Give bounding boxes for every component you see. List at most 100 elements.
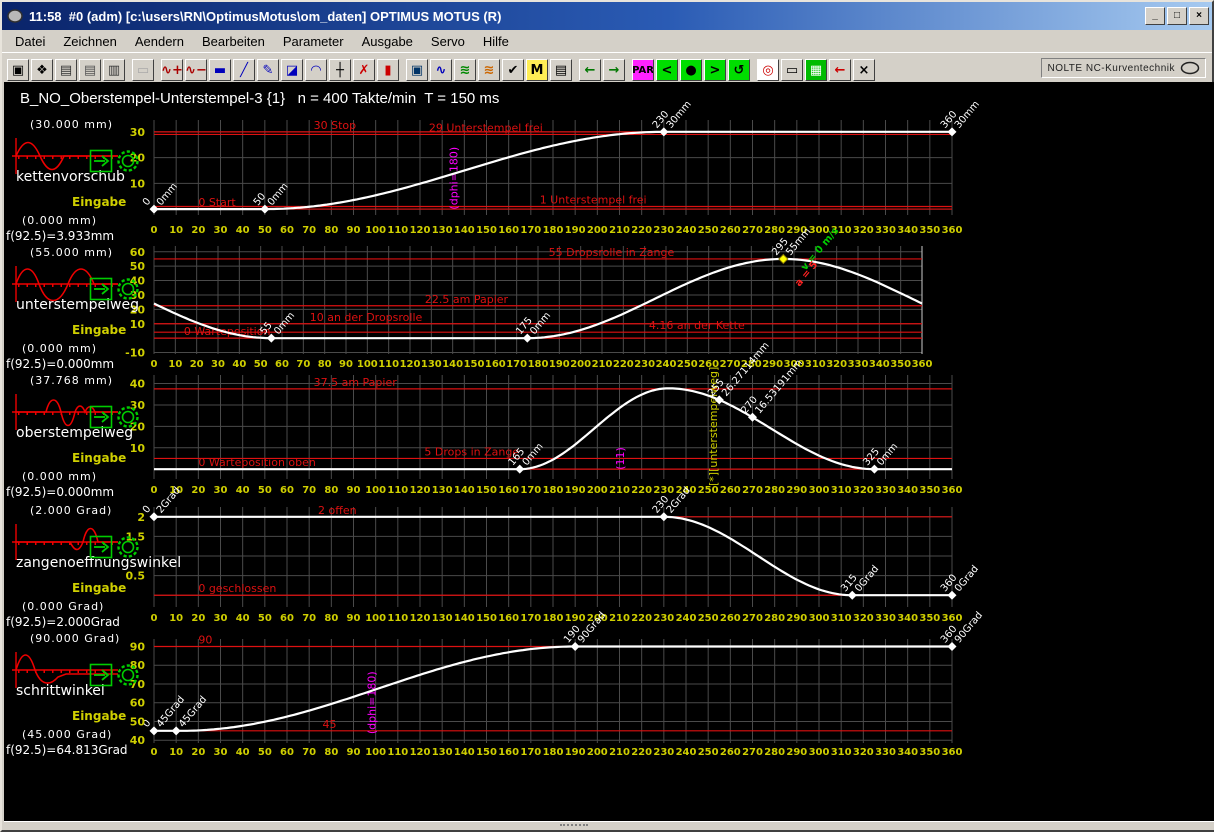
- x-tick-label: 150: [476, 485, 497, 496]
- resize-grip[interactable]: [560, 824, 588, 830]
- x-tick-label: 200: [570, 359, 591, 370]
- x-tick-label: 190: [565, 485, 586, 496]
- x-tick-label: 50: [258, 747, 272, 758]
- x-tick-label: 360: [942, 225, 963, 236]
- x-tick-label: 350: [890, 359, 911, 370]
- x-tick-label: 180: [528, 359, 549, 370]
- analysis-icon[interactable]: ≋: [454, 59, 476, 81]
- sidebar-kettenvorschub: (30.000 mm)kettenvorschubEingabe(0.000 m…: [6, 118, 138, 243]
- x-tick-label: 270: [720, 359, 741, 370]
- target-icon[interactable]: ◎: [757, 59, 779, 81]
- plots-canvas[interactable]: 30 Stop29 Unterstempel frei1 Unterstempe…: [4, 82, 1214, 824]
- select-frame-icon[interactable]: ▭: [781, 59, 803, 81]
- x-tick-label: 290: [786, 613, 807, 624]
- menu-ausgabe[interactable]: Ausgabe: [353, 32, 422, 51]
- x-tick-label: 250: [698, 747, 719, 758]
- rise-segment-icon[interactable]: ╱: [233, 59, 255, 81]
- parameters-button[interactable]: PAR: [632, 59, 654, 81]
- curve-family-icon[interactable]: ≋: [478, 59, 500, 81]
- remove-segment-icon[interactable]: ∿−: [185, 59, 207, 81]
- menu-hilfe[interactable]: Hilfe: [474, 32, 518, 51]
- x-tick-label: 220: [631, 225, 652, 236]
- x-tick-label: 80: [318, 359, 332, 370]
- analysis-icon-glyph: ≋: [460, 63, 471, 78]
- x-tick-label: 90: [347, 225, 361, 236]
- point-button[interactable]: ●: [680, 59, 702, 81]
- x-tick-label: 180: [543, 613, 564, 624]
- plot-schrittwinkel: 9045(dphi=180)045Grad45Grad19090Grad3609…: [6, 610, 985, 758]
- rotate-button[interactable]: ↺: [728, 59, 750, 81]
- print-color-icon[interactable]: ▤: [55, 59, 77, 81]
- input-mode-label: Eingabe: [72, 581, 126, 595]
- x-tick-label: 230: [653, 613, 674, 624]
- reference-label: 10 an der Dropsrolle: [310, 311, 423, 324]
- x-tick-label: 160: [485, 359, 506, 370]
- x-tick-label: 190: [565, 747, 586, 758]
- table-button[interactable]: ▦: [805, 59, 827, 81]
- draw-segment-icon[interactable]: ✎: [257, 59, 279, 81]
- add-segment-icon[interactable]: ∿+: [161, 59, 183, 81]
- x-tick-label: 310: [805, 359, 826, 370]
- print-preview-icon[interactable]: ▥: [103, 59, 125, 81]
- next-button[interactable]: >: [704, 59, 726, 81]
- edit-curve-icon[interactable]: ∿: [430, 59, 452, 81]
- x-tick-label: 100: [365, 747, 386, 758]
- menu-zeichnen[interactable]: Zeichnen: [54, 32, 125, 51]
- trash-icon[interactable]: ▮: [377, 59, 399, 81]
- titlebar[interactable]: 11:58 #0 (adm) [c:\users\RN\OptimusMotus…: [2, 2, 1212, 30]
- blank-icon[interactable]: ▭: [132, 59, 154, 81]
- menu-servo[interactable]: Servo: [422, 32, 474, 51]
- frame-icon[interactable]: ▣: [7, 59, 29, 81]
- drawing-area[interactable]: B_NO_Oberstempel-Unterstempel-3 {1} n = …: [4, 82, 1214, 824]
- clipboard-icon[interactable]: ▣: [406, 59, 428, 81]
- x-tick-label: 330: [875, 225, 896, 236]
- forward-icon[interactable]: →: [603, 59, 625, 81]
- maximize-button[interactable]: □: [1167, 7, 1187, 25]
- x-tick-label: 320: [826, 359, 847, 370]
- x-tick-label: 200: [587, 747, 608, 758]
- x-tick-label: 220: [631, 485, 652, 496]
- delete-node-icon[interactable]: ✗: [353, 59, 375, 81]
- reference-label: 0 Warteposition oben: [198, 456, 316, 469]
- print-icon[interactable]: ▤: [79, 59, 101, 81]
- select-frame-icon-glyph: ▭: [786, 63, 798, 78]
- delete-node-icon-glyph: ✗: [359, 63, 370, 78]
- crosshair-icon[interactable]: ┼: [329, 59, 351, 81]
- close-button[interactable]: ×: [1189, 7, 1209, 25]
- curve-name-label[interactable]: oberstempelweg: [16, 425, 133, 441]
- x-tick-label: 140: [442, 359, 463, 370]
- invert-icon[interactable]: ◪: [281, 59, 303, 81]
- return-icon[interactable]: ←: [829, 59, 851, 81]
- zoom-window-icon[interactable]: ❖: [31, 59, 53, 81]
- y-tick-label: 60: [130, 697, 146, 710]
- document-icon[interactable]: ▤: [550, 59, 572, 81]
- approve-icon[interactable]: ✔: [502, 59, 524, 81]
- x-tick-label: 260: [720, 485, 741, 496]
- x-tick-label: 40: [236, 225, 250, 236]
- spline-icon[interactable]: ◠: [305, 59, 327, 81]
- menu-aendern[interactable]: Aendern: [126, 32, 193, 51]
- x-tick-label: 250: [698, 613, 719, 624]
- menu-datei[interactable]: Datei: [6, 32, 54, 51]
- x-tick-label: 320: [853, 747, 874, 758]
- y-tick-label: 10: [130, 177, 146, 190]
- menu-parameter[interactable]: Parameter: [274, 32, 353, 51]
- reference-label: 30 Stop: [314, 119, 357, 132]
- x-tick-label: 170: [520, 485, 541, 496]
- previous-button[interactable]: <: [656, 59, 678, 81]
- motor-lamp-icon[interactable]: M: [526, 59, 548, 81]
- x-tick-label: 170: [520, 225, 541, 236]
- x-tick-label: 50: [258, 485, 272, 496]
- menu-bearbeiten[interactable]: Bearbeiten: [193, 32, 274, 51]
- y-tick-label: 30: [130, 126, 146, 139]
- close-tool-icon[interactable]: ×: [853, 59, 875, 81]
- x-tick-label: 0: [151, 613, 158, 624]
- x-tick-label: 180: [543, 747, 564, 758]
- x-tick-label: 60: [280, 225, 294, 236]
- back-icon[interactable]: ←: [579, 59, 601, 81]
- curve-name-label[interactable]: unterstempelweg: [16, 297, 139, 313]
- dwell-segment-icon[interactable]: ▬: [209, 59, 231, 81]
- minimize-button[interactable]: _: [1145, 7, 1165, 25]
- x-tick-label: 270: [742, 225, 763, 236]
- curve-marker[interactable]: [172, 726, 181, 735]
